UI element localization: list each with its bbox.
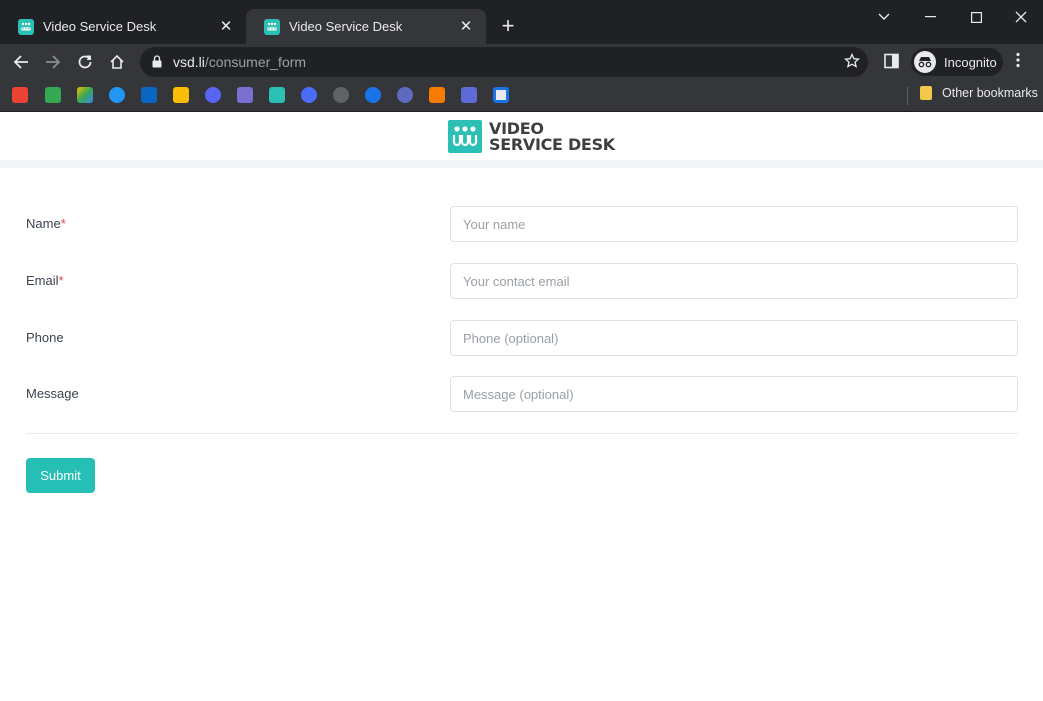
- more-menu-icon[interactable]: [1016, 52, 1020, 73]
- email-label: Email*: [26, 273, 64, 288]
- logo-wordmark: VIDEO SERVICE DESK: [489, 120, 615, 154]
- message-label: Message: [26, 386, 79, 401]
- phone-row: Phone: [26, 320, 1018, 356]
- tasks-icon[interactable]: [109, 87, 125, 103]
- email-row: Email*: [26, 263, 1018, 299]
- page-header: VIDEO SERVICE DESK: [0, 113, 1043, 160]
- reload-icon[interactable]: [73, 50, 97, 74]
- video-service-desk-logo: VIDEO SERVICE DESK: [448, 120, 615, 153]
- video-service-desk-favicon-icon: [18, 18, 34, 35]
- google-drive-icon[interactable]: [77, 87, 93, 103]
- focus-icon[interactable]: [493, 87, 509, 103]
- name-label-text: Name: [26, 216, 61, 231]
- logo-line-2: SERVICE DESK: [489, 134, 615, 154]
- video-service-desk-icon[interactable]: [269, 87, 285, 103]
- google-chat-icon[interactable]: [45, 87, 61, 103]
- box-icon[interactable]: [429, 87, 445, 103]
- form-divider: [26, 433, 1018, 434]
- browser-titlebar: Video Service Desk ✕ Video Service Desk …: [0, 0, 1043, 44]
- submit-button[interactable]: Submit: [26, 458, 95, 493]
- message-input[interactable]: [450, 376, 1018, 412]
- logo-mark-icon: [448, 120, 482, 153]
- close-window-icon[interactable]: [998, 6, 1043, 28]
- phone-input[interactable]: [450, 320, 1018, 356]
- keep-icon[interactable]: [173, 87, 189, 103]
- browser-toolbar: vsd.li/consumer_form Incognito: [0, 44, 1043, 80]
- maximize-icon[interactable]: [953, 6, 999, 28]
- folder-icon: [920, 86, 932, 100]
- incognito-icon: [914, 51, 936, 73]
- lock-icon[interactable]: [152, 55, 162, 73]
- sync-icon[interactable]: [365, 87, 381, 103]
- incognito-label: Incognito: [944, 54, 997, 70]
- address-bar[interactable]: vsd.li/consumer_form: [140, 47, 868, 77]
- tab-title: Video Service Desk: [289, 19, 403, 34]
- name-label: Name*: [26, 216, 66, 231]
- linkedin-icon[interactable]: [141, 87, 157, 103]
- other-bookmarks-label: Other bookmarks: [942, 86, 1038, 100]
- canva-icon[interactable]: [301, 87, 317, 103]
- app-icon[interactable]: [237, 87, 253, 103]
- tab-video-service-desk-2[interactable]: Video Service Desk ✕: [246, 9, 486, 44]
- bookmark-star-icon[interactable]: [843, 52, 861, 74]
- video-service-desk-favicon-icon: [264, 18, 280, 35]
- github-icon[interactable]: [333, 87, 349, 103]
- url-path: /consumer_form: [204, 54, 307, 70]
- forward-arrow-icon[interactable]: [41, 50, 65, 74]
- phone-label: Phone: [26, 330, 64, 345]
- gmail-icon[interactable]: [12, 87, 28, 103]
- incognito-profile-button[interactable]: Incognito: [911, 48, 1003, 76]
- minimize-icon[interactable]: [907, 6, 953, 28]
- new-tab-icon[interactable]: +: [497, 15, 519, 37]
- message-row: Message: [26, 376, 1018, 412]
- url-text: vsd.li/consumer_form: [173, 54, 306, 70]
- required-marker: *: [58, 273, 64, 288]
- discord-icon[interactable]: [205, 87, 221, 103]
- clockify-icon[interactable]: [397, 87, 413, 103]
- tab-close-icon[interactable]: ✕: [216, 17, 236, 37]
- header-shadow-band: [0, 160, 1043, 168]
- name-row: Name*: [26, 206, 1018, 242]
- other-bookmarks-folder[interactable]: Other bookmarks: [920, 86, 1038, 100]
- tab-video-service-desk-1[interactable]: Video Service Desk ✕: [0, 9, 246, 44]
- tab-title: Video Service Desk: [43, 19, 157, 34]
- name-input[interactable]: [450, 206, 1018, 242]
- home-icon[interactable]: [105, 50, 129, 74]
- required-marker: *: [60, 216, 66, 231]
- bookmarks-divider: [907, 87, 908, 105]
- tab-close-icon[interactable]: ✕: [456, 17, 476, 37]
- back-arrow-icon[interactable]: [9, 50, 33, 74]
- miro-icon[interactable]: [461, 87, 477, 103]
- tab-search-chevron-icon[interactable]: [861, 6, 907, 28]
- bookmarks-bar: Other bookmarks: [0, 80, 1043, 112]
- side-panel-icon[interactable]: [884, 53, 900, 74]
- email-label-text: Email: [26, 273, 59, 288]
- url-host: vsd.li: [173, 54, 205, 70]
- email-input[interactable]: [450, 263, 1018, 299]
